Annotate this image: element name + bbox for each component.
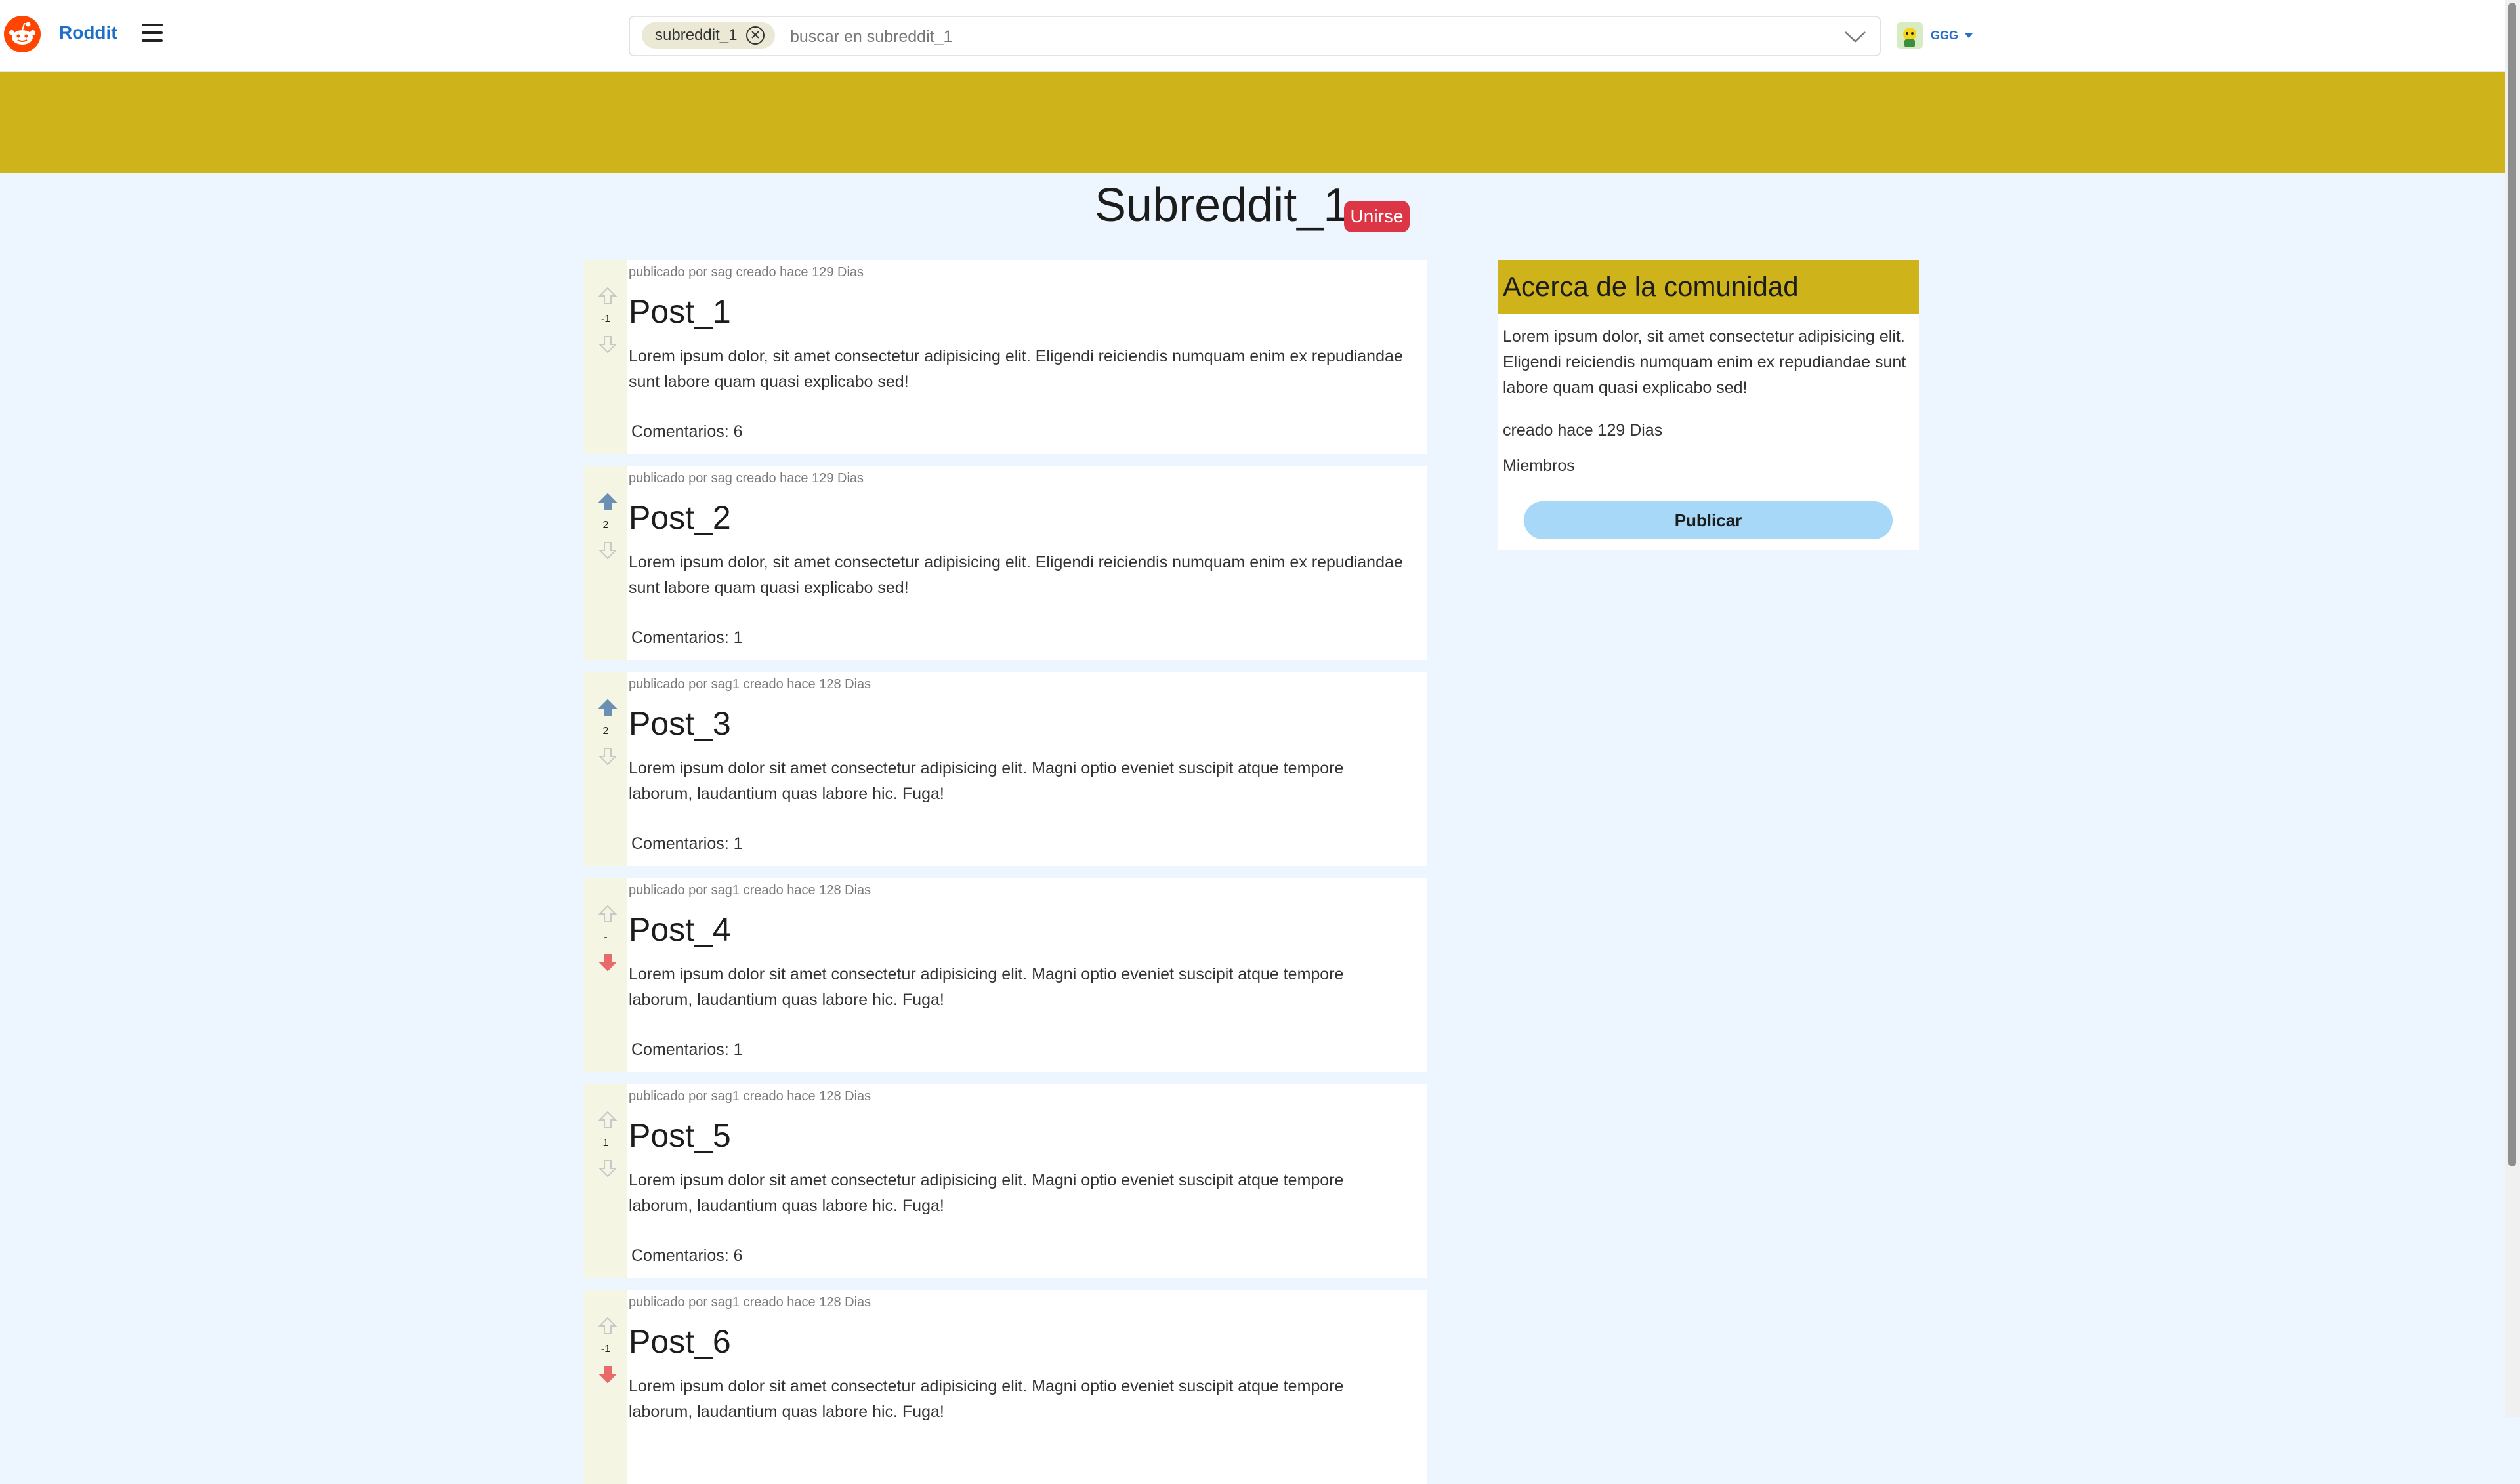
- post-meta: publicado por sag1 creado hace 128 Dias: [629, 1089, 872, 1103]
- upvote-icon[interactable]: [598, 286, 618, 306]
- downvote-icon[interactable]: [598, 953, 618, 972]
- upvote-icon[interactable]: [598, 492, 618, 512]
- chevron-down-icon[interactable]: [1844, 30, 1866, 43]
- post-meta: publicado por sag1 creado hace 128 Dias: [629, 677, 872, 691]
- caret-down-icon: [1965, 33, 1973, 38]
- reddit-logo-icon[interactable]: [4, 16, 41, 52]
- post-meta: publicado por sag1 creado hace 128 Dias: [629, 1295, 872, 1309]
- post-body: Lorem ipsum dolor sit amet consectetur a…: [629, 1171, 1344, 1215]
- post-card: 2 publicado por sag creado hace 129 Dias…: [584, 466, 1427, 660]
- publish-button[interactable]: Publicar: [1524, 501, 1893, 539]
- post-comments-link[interactable]: Comentarios: 6: [631, 1247, 743, 1266]
- post-title[interactable]: Post_3: [629, 705, 731, 743]
- post-comments-link[interactable]: Comentarios: 1: [631, 835, 743, 854]
- page-title: Subreddit_1: [1095, 179, 1350, 232]
- vote-count: 2: [602, 520, 609, 531]
- vote-column: 2: [584, 466, 627, 660]
- post-body: Lorem ipsum dolor, sit amet consectetur …: [629, 347, 1403, 391]
- downvote-icon[interactable]: [598, 747, 618, 766]
- join-button[interactable]: Unirse: [1344, 201, 1410, 232]
- vote-count: -1: [600, 1344, 611, 1355]
- community-members-label: Miembros: [1503, 457, 1575, 475]
- post-card: -1 publicado por sag creado hace 129 Dia…: [584, 260, 1427, 454]
- community-description: Lorem ipsum dolor, sit amet consectetur …: [1503, 327, 1906, 397]
- vote-count: -1: [600, 314, 611, 325]
- post-title[interactable]: Post_5: [629, 1117, 731, 1155]
- user-menu[interactable]: GGG: [1895, 21, 1973, 50]
- post-card: 1 publicado por sag1 creado hace 128 Dia…: [584, 1084, 1427, 1278]
- vote-column: 2: [584, 672, 627, 866]
- downvote-icon[interactable]: [598, 1159, 618, 1178]
- post-card: 2 publicado por sag1 creado hace 128 Dia…: [584, 672, 1427, 866]
- search-input[interactable]: [789, 24, 1815, 50]
- post-card: -1 publicado por sag1 creado hace 128 Di…: [584, 1290, 1427, 1484]
- vote-count: -: [604, 932, 608, 943]
- post-body: Lorem ipsum dolor sit amet consectetur a…: [629, 759, 1344, 803]
- vote-column: -1: [584, 1290, 627, 1484]
- vote-column: 1: [584, 1084, 627, 1278]
- user-name: GGG: [1931, 28, 1959, 42]
- sidebar-header: Acerca de la comunidad: [1498, 260, 1919, 314]
- post-card: - publicado por sag1 creado hace 128 Dia…: [584, 878, 1427, 1072]
- upvote-icon[interactable]: [598, 1110, 618, 1130]
- upvote-icon[interactable]: [598, 1316, 618, 1336]
- close-circle-icon[interactable]: [746, 26, 765, 45]
- post-meta: publicado por sag creado hace 129 Dias: [629, 471, 864, 485]
- post-meta: publicado por sag1 creado hace 128 Dias: [629, 883, 872, 897]
- vote-column: -1: [584, 260, 627, 454]
- post-body: Lorem ipsum dolor sit amet consectetur a…: [629, 965, 1344, 1009]
- search-scope-label: subreddit_1: [655, 26, 738, 44]
- brand-name[interactable]: Roddit: [59, 22, 117, 43]
- community-sidebar: Acerca de la comunidad Lorem ipsum dolor…: [1498, 260, 1919, 550]
- hamburger-menu-icon[interactable]: [142, 24, 163, 42]
- post-meta: publicado por sag creado hace 129 Dias: [629, 265, 864, 279]
- sidebar-title: Acerca de la comunidad: [1503, 271, 1799, 302]
- vote-column: -: [584, 878, 627, 1072]
- post-comments-link[interactable]: Comentarios: 1: [631, 1041, 743, 1060]
- search-bar[interactable]: subreddit_1: [629, 16, 1881, 56]
- vote-count: 1: [602, 1138, 609, 1149]
- downvote-icon[interactable]: [598, 541, 618, 560]
- post-title[interactable]: Post_2: [629, 499, 731, 537]
- user-avatar-icon: [1897, 22, 1923, 49]
- post-comments-link[interactable]: Comentarios: 1: [631, 629, 743, 648]
- upvote-icon[interactable]: [598, 698, 618, 718]
- upvote-icon[interactable]: [598, 904, 618, 924]
- scrollbar-thumb[interactable]: [2508, 3, 2516, 1166]
- top-navbar: Roddit subreddit_1 GGG: [0, 0, 2505, 72]
- post-title[interactable]: Post_1: [629, 293, 731, 331]
- search-scope-chip: subreddit_1: [642, 22, 776, 49]
- post-body: Lorem ipsum dolor sit amet consectetur a…: [629, 1377, 1344, 1421]
- post-title[interactable]: Post_4: [629, 911, 731, 949]
- post-body: Lorem ipsum dolor, sit amet consectetur …: [629, 553, 1403, 597]
- vote-count: 2: [602, 726, 609, 737]
- community-banner: [0, 72, 2505, 173]
- post-comments-link[interactable]: Comentarios: 6: [631, 423, 743, 442]
- downvote-icon[interactable]: [598, 1365, 618, 1384]
- community-created-date: creado hace 129 Dias: [1503, 421, 1663, 440]
- downvote-icon[interactable]: [598, 335, 618, 354]
- post-title[interactable]: Post_6: [629, 1323, 731, 1361]
